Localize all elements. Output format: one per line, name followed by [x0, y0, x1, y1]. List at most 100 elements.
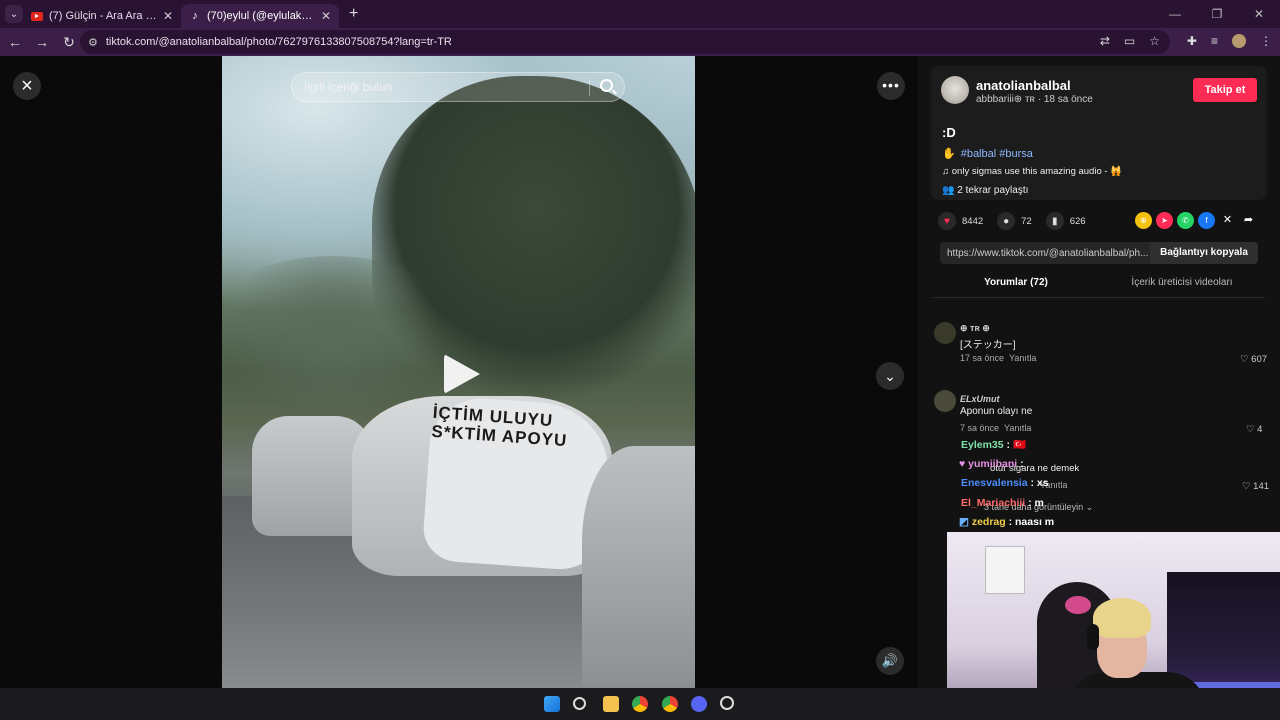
headset [1087, 624, 1099, 650]
share-arrow-icon[interactable]: ➦ [1240, 212, 1257, 229]
facebook-icon[interactable]: f [1198, 212, 1215, 229]
close-viewer-button[interactable]: × [13, 72, 41, 100]
chat-message: : xs [1030, 477, 1049, 489]
forward-button[interactable]: → [30, 34, 54, 50]
send-share-icon[interactable]: ➤ [1156, 212, 1173, 229]
file-explorer-icon[interactable] [603, 696, 619, 712]
music-info[interactable]: ♫ only sigmas use this amazing audio - 🙀 [942, 166, 1122, 177]
minimize-button[interactable]: — [1154, 0, 1196, 28]
window-close-button[interactable]: ✕ [1238, 0, 1280, 28]
post-info-card: anatolianbalbal abbbariii⊕ ᴛʀ · 18 sa ön… [931, 66, 1267, 200]
tab-comments[interactable]: Yorumlar (72) [933, 274, 1099, 298]
close-icon[interactable]: ✕ [163, 9, 173, 23]
follow-button[interactable]: Takip et [1193, 78, 1257, 102]
tab-strip: ⌄ (7) Gülçin - Ara Ara (Official Vid ✕ ♪… [0, 0, 1280, 28]
tab-label: (70)eylul (@eylulakbyik) | TikTo [207, 10, 315, 22]
like-button[interactable]: ♥ 8442 [938, 212, 983, 230]
whatsapp-icon[interactable]: ✆ [1177, 212, 1194, 229]
share-icons: ⊕ ➤ ✆ f ✕ ➦ [1135, 212, 1257, 229]
site-info-icon[interactable]: ⚙ [88, 36, 98, 49]
youtube-icon [31, 11, 43, 21]
reading-list-icon[interactable]: ≡ [1211, 34, 1218, 48]
post-tags[interactable]: ✋ #balbal #bursa [942, 147, 1033, 160]
new-tab-button[interactable]: + [349, 5, 358, 23]
maximize-button[interactable]: ❐ [1196, 0, 1238, 28]
music-note-icon: ♫ [942, 166, 952, 177]
reply-button[interactable]: Yanıtla [1004, 423, 1031, 433]
post-link[interactable]: https://www.tiktok.com/@anatolianbalbal/… [940, 248, 1150, 259]
hashtags[interactable]: #balbal #bursa [961, 148, 1033, 160]
app-icon[interactable] [720, 696, 734, 710]
save-button[interactable]: ▮ 626 [1045, 212, 1086, 230]
chat-line: Eylem35 : 🇹🇷 [961, 438, 1026, 451]
heart-icon: ♥ [938, 212, 956, 230]
url-text: tiktok.com/@anatolianbalbal/photo/762797… [105, 36, 452, 48]
search-placeholder: İlgili içeriği bulun [304, 80, 393, 94]
comment-count: 72 [1021, 215, 1032, 227]
comment-author[interactable]: ELxUmut [960, 394, 1000, 404]
bookmark-star-icon[interactable]: ☆ [1149, 34, 1160, 48]
windows-start-icon[interactable] [544, 696, 560, 712]
search-icon[interactable] [600, 79, 613, 92]
comment-like-count[interactable]: ♡ 607 [1240, 354, 1267, 365]
x-icon[interactable]: ✕ [1219, 212, 1236, 229]
comment-like-count[interactable]: ♡ 4 [1246, 424, 1262, 435]
divider [589, 80, 590, 96]
comment-author[interactable]: ⊕ ᴛʀ ⊕ [960, 323, 990, 334]
comment-like-count[interactable]: ♡ 141 [1242, 481, 1269, 492]
copy-link-button[interactable]: Bağlantıyı kopyala [1150, 242, 1258, 264]
like-number: 4 [1257, 424, 1263, 435]
chat-line: ♥ yumiibani : [959, 458, 1024, 470]
thumb-icon: ✋ [942, 148, 956, 160]
chat-line: El_Mariachiii : m [961, 497, 1044, 509]
navigation-bar: ← → ↻ ⚙ tiktok.com/@anatolianbalbal/phot… [0, 28, 1280, 56]
like-number: 141 [1253, 481, 1270, 492]
reload-button[interactable]: ↻ [57, 34, 81, 51]
author-subtitle: abbbariii⊕ ᴛʀ · 18 sa önce [976, 94, 1093, 105]
close-icon[interactable]: ✕ [321, 9, 331, 23]
extensions-icon[interactable]: ✚ [1187, 34, 1197, 48]
divider [933, 297, 1265, 298]
chrome-icon[interactable] [662, 696, 678, 712]
tab-label: (7) Gülçin - Ara Ara (Official Vid [49, 10, 157, 22]
tab-tiktok[interactable]: ♪ (70)eylul (@eylulakbyik) | TikTo ✕ [181, 4, 339, 28]
chair-logo [1065, 596, 1091, 614]
avatar[interactable] [934, 390, 956, 412]
reply-button[interactable]: Yanıtla [1009, 353, 1036, 363]
window-controls: — ❐ ✕ [1154, 0, 1280, 28]
tiktok-icon: ♪ [192, 10, 198, 22]
post-description: :D [942, 125, 956, 140]
bookmark-icon: ▮ [1045, 212, 1064, 230]
discord-icon[interactable] [691, 696, 707, 712]
author-name[interactable]: anatolianbalbal [976, 78, 1071, 93]
translate-icon[interactable]: ⇄ [1100, 34, 1110, 48]
repost-avatars-icon: 👥 [942, 185, 958, 196]
chat-message: : naası m [1008, 516, 1055, 528]
heart-badge-icon: ♥ [959, 458, 969, 470]
cast-icon[interactable]: ▭ [1124, 34, 1135, 48]
chat-line: ◩ zedrag : naası m [959, 516, 1054, 528]
menu-icon[interactable]: ⋮ [1260, 34, 1272, 48]
back-button[interactable]: ← [3, 34, 27, 50]
photo-viewer: İÇTİM ULUYU S*KTİM APOYU İlgili içeriği … [0, 56, 918, 688]
chat-message: : 🇹🇷 [1006, 439, 1027, 451]
music-title: only sigmas use this amazing audio - 🙀 [951, 166, 1123, 177]
comment-button[interactable]: ● 72 [997, 212, 1032, 230]
author-avatar[interactable] [941, 76, 969, 104]
comment-time: 17 sa önce [960, 353, 1005, 363]
profile-avatar[interactable] [1232, 34, 1246, 48]
play-icon[interactable] [444, 354, 480, 394]
tab-creator-videos[interactable]: İçerik üreticisi videoları [1099, 274, 1265, 298]
address-bar[interactable]: ⚙ tiktok.com/@anatolianbalbal/photo/7627… [80, 30, 1170, 54]
more-options-button[interactable]: ••• [877, 72, 905, 100]
link-row: https://www.tiktok.com/@anatolianbalbal/… [940, 242, 1258, 264]
next-post-button[interactable]: ⌄ [876, 362, 904, 390]
tab-youtube[interactable]: (7) Gülçin - Ara Ara (Official Vid ✕ [23, 4, 181, 28]
related-search-input[interactable]: İlgili içeriği bulun [291, 72, 625, 102]
embed-share-icon[interactable]: ⊕ [1135, 212, 1152, 229]
tab-search-button[interactable]: ⌄ [5, 5, 23, 23]
avatar[interactable] [934, 322, 956, 344]
chrome-icon[interactable] [632, 696, 648, 712]
search-icon[interactable] [573, 697, 586, 710]
volume-button[interactable]: 🔊 [876, 647, 904, 675]
